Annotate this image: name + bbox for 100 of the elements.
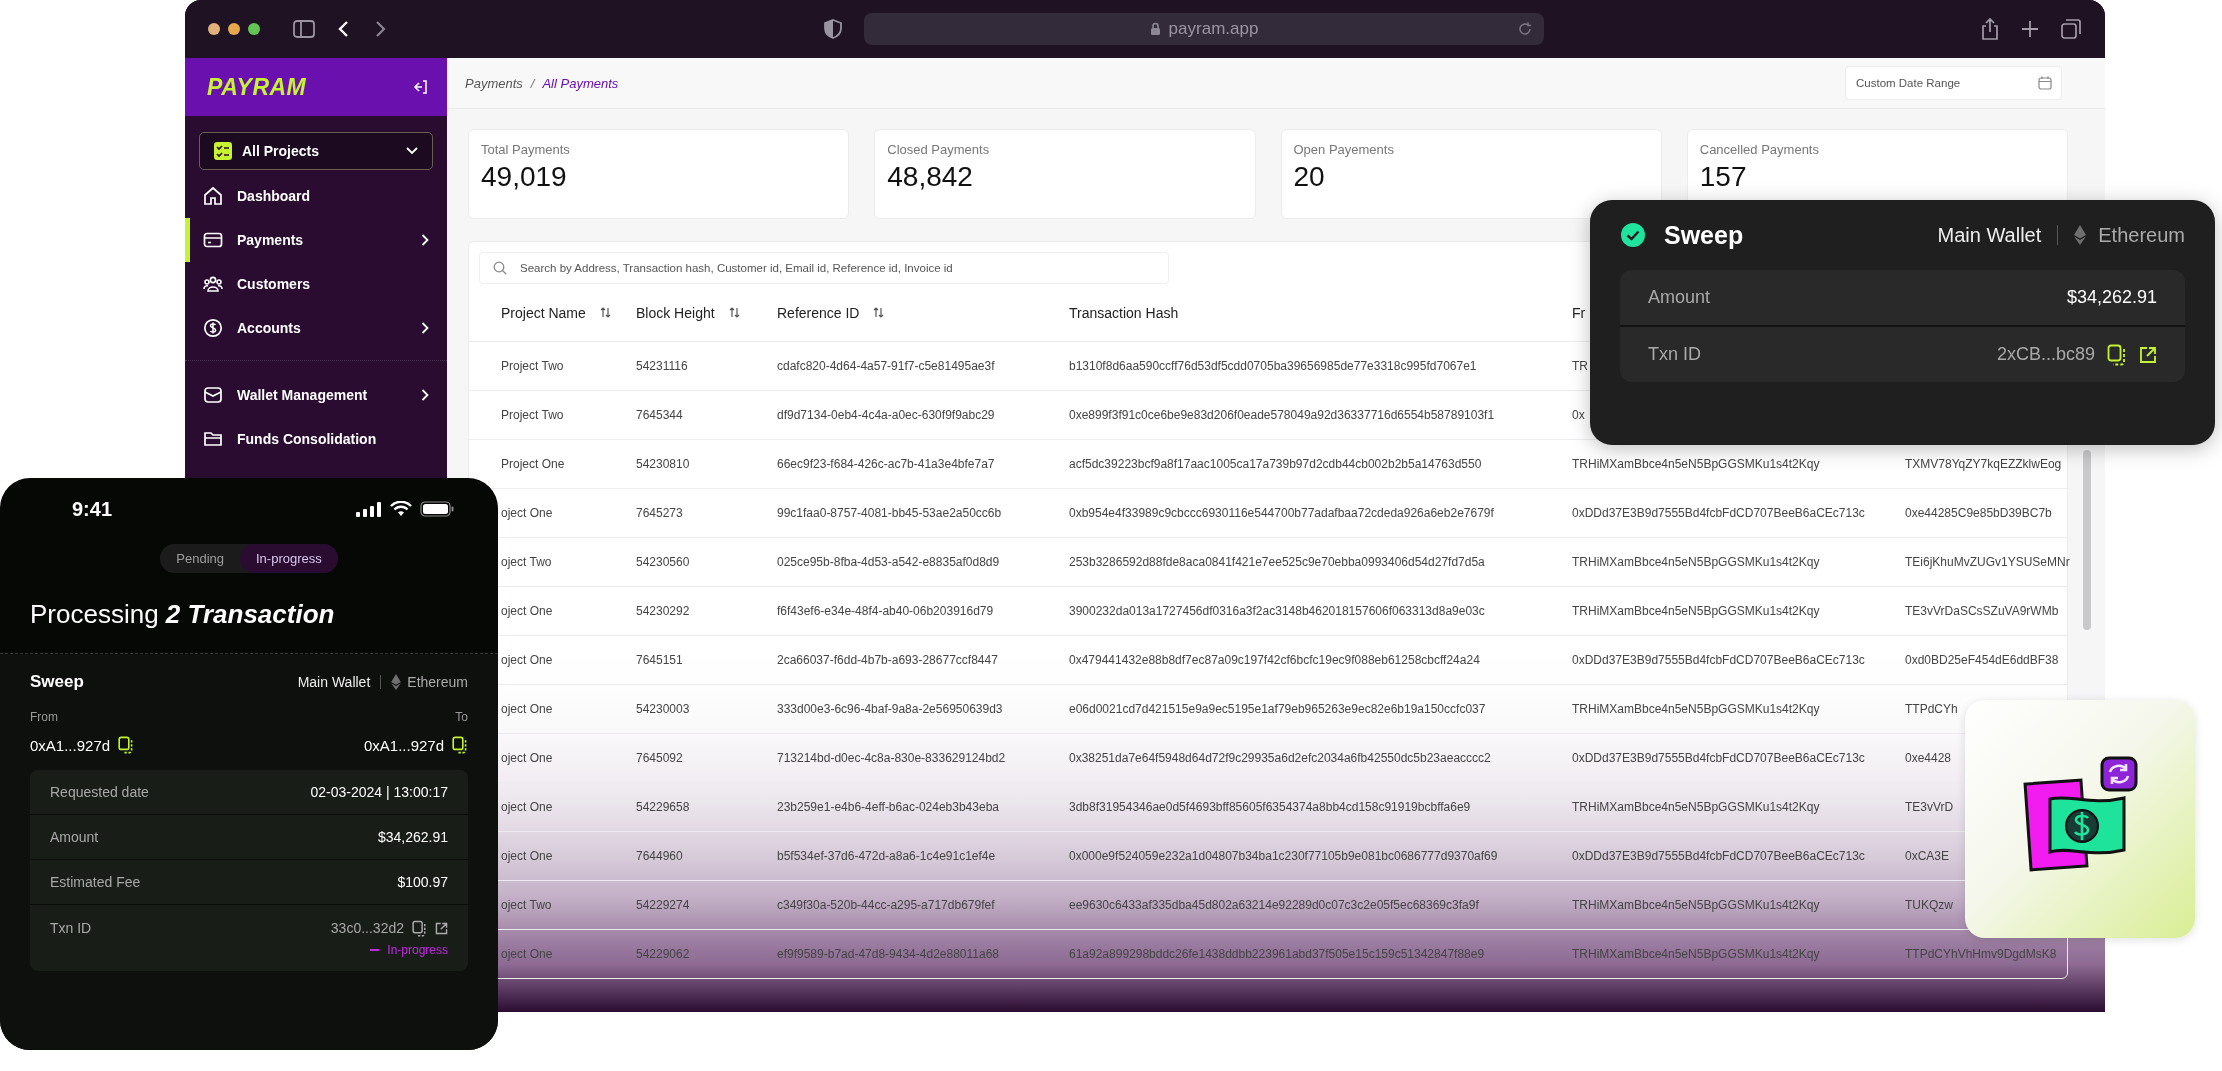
battery-icon: [420, 501, 454, 517]
table-cell: 54230560: [636, 555, 690, 569]
table-cell: TRHiMXamBbce4n5eN5BpGGSMKu1s4t2Kqy: [1572, 947, 1820, 961]
breadcrumb-separator: /: [530, 75, 535, 91]
stat-value: 20: [1293, 161, 1326, 193]
table-cell: 3db8f31954346ae0d5f4693bff85605f6354374a8bb4cd158c91919bcbffa6e9: [1069, 800, 1471, 814]
table-cell: 54230003: [636, 702, 690, 716]
transfer-title: Sweep: [1664, 220, 1744, 250]
share-icon[interactable]: [1981, 18, 1999, 40]
table-cell: 0xe44285C9e85bD39BC7b: [1905, 506, 2052, 520]
network-name: Ethereum: [407, 674, 468, 690]
shield-icon[interactable]: [824, 19, 842, 39]
breadcrumb-link[interactable]: All Payments: [542, 75, 619, 91]
chevron-right-icon: [421, 234, 429, 246]
table-cell: 025ce95b-8fba-4d53-a542-e8835af0d8d9: [777, 555, 1000, 569]
signal-icon: [356, 501, 382, 517]
table-cell: 54231116: [636, 359, 688, 373]
table-cell: TUKQzw: [1905, 898, 1953, 912]
back-icon[interactable]: [337, 20, 351, 38]
table-cell: oject One: [501, 653, 553, 667]
project-selector[interactable]: All Projects: [199, 132, 433, 170]
status-tab[interactable]: In-progress: [240, 544, 338, 573]
table-cell: cdafc820-4d64-4a57-91f7-c5e81495ae3f: [777, 359, 995, 373]
collapse-icon[interactable]: [413, 80, 427, 94]
wallet-name: Main Wallet: [297, 674, 371, 690]
table-cell: TR: [1572, 359, 1588, 373]
logo[interactable]: PAYRAM: [207, 73, 307, 101]
column-header[interactable]: Block Height: [636, 304, 715, 321]
copy-icon[interactable]: [452, 736, 468, 754]
detail-value: 02-03-2024 | 13:00:17: [310, 784, 448, 800]
table-cell: b1310f8d6aa590ccff76d53df5cdd0705ba39656985de77e3318c995fd7067e1: [1069, 359, 1477, 373]
breadcrumb-link[interactable]: Payments: [465, 75, 523, 91]
column-header[interactable]: Project Name: [501, 304, 586, 321]
from-address: 0xA1...927d: [30, 736, 111, 754]
table-cell: oject One: [501, 947, 553, 961]
forward-icon[interactable]: [373, 20, 387, 38]
table-cell: TRHiMXamBbce4n5eN5BpGGSMKu1s4t2Kqy: [1572, 898, 1820, 912]
search-field[interactable]: Search by Address, Transaction hash, Customer id, Email id, Reference id, Invoice id: [479, 252, 1169, 284]
table-cell: TRHiMXamBbce4n5eN5BpGGSMKu1s4t2Kqy: [1572, 702, 1820, 716]
detail-value: $34,262.91: [377, 829, 448, 845]
table-cell: f6f43ef6-e34e-48f4-ab40-06b203916d79: [777, 604, 994, 618]
column-header[interactable]: Fr: [1572, 304, 1586, 321]
status-tab[interactable]: Pending: [160, 544, 240, 573]
search-icon: [493, 261, 507, 275]
table-cell: 54229062: [636, 947, 690, 961]
table-cell: 7644960: [636, 849, 683, 863]
to-address: 0xA1...927d: [363, 736, 444, 754]
scrollbar[interactable]: [2083, 450, 2091, 630]
table-cell: 66ec9f23-f684-426c-ac7b-41a3e4bfe7a7: [777, 457, 995, 471]
table-cell: oject One: [501, 751, 553, 765]
address-bar[interactable]: payram.app: [864, 13, 1544, 45]
new-tab-icon[interactable]: [2021, 20, 2039, 38]
table-cell: e06d0021cd7d421515e9a9ec5195e1af79eb965263e9ec82e6b19a150ccfc037: [1069, 702, 1486, 716]
sidebar-item[interactable]: Accounts: [185, 306, 447, 350]
tabs-icon[interactable]: [2061, 19, 2081, 39]
dollar-icon: [203, 318, 223, 338]
column-header[interactable]: Transaction Hash: [1069, 304, 1179, 321]
status-label: In-progress: [387, 942, 448, 957]
copy-icon[interactable]: [118, 736, 135, 754]
table-cell: c349f30a-520b-44cc-a295-a717db679fef: [777, 898, 995, 912]
checklist-icon: [214, 142, 232, 160]
transfer-title: Sweep: [30, 672, 84, 692]
reload-icon[interactable]: [1518, 22, 1532, 36]
stat-value: 48,842: [887, 161, 974, 193]
people-icon: [203, 274, 223, 294]
copy-icon[interactable]: [412, 919, 427, 937]
wallet-icon: [203, 385, 223, 405]
column-header[interactable]: Reference ID: [777, 304, 860, 321]
table-cell: 0xb954e4f33989c9cbccc6930116e544700b77adafbaa72cdeda926a6eb2e7679f: [1069, 506, 1494, 520]
table-cell: 54230292: [636, 604, 690, 618]
sidebar-item[interactable]: Dashboard: [185, 174, 447, 218]
table-cell: TRHiMXamBbce4n5eN5BpGGSMKu1s4t2Kqy: [1572, 800, 1820, 814]
table-cell: Project Two: [501, 359, 564, 373]
chevron-right-icon: [421, 322, 429, 334]
copy-icon[interactable]: [2107, 343, 2127, 366]
table-cell: 23b259e1-e4b6-4eff-b6ac-024eb3b43eba: [777, 800, 999, 814]
sort-icon[interactable]: [599, 307, 611, 318]
ethereum-icon: [2074, 225, 2087, 245]
table-cell: 0x000e9f524059e232a1d04807b34ba1c230f77105b9e081bc0686777d9370af69: [1069, 849, 1498, 863]
table-cell: 0xd0BD25eF454dE6ddBF38: [1905, 653, 2059, 667]
sidebar-item[interactable]: Funds Consolidation: [185, 417, 447, 461]
detail-value: 2xCB...bc89: [1996, 344, 2095, 365]
check-circle-icon: [1620, 222, 1646, 248]
sidebar-item[interactable]: Customers: [185, 262, 447, 306]
table-cell: oject One: [501, 849, 553, 863]
sidebar-toggle-icon[interactable]: [293, 20, 315, 38]
table-cell: 0xe4428: [1905, 751, 1952, 765]
ethereum-icon: [391, 674, 402, 690]
sort-icon[interactable]: [728, 307, 740, 318]
sort-icon[interactable]: [873, 307, 885, 318]
table-cell: TE3vVrDaSCsSZuVA9rWMb: [1905, 604, 2059, 618]
detail-label: Txn ID: [50, 920, 92, 936]
sidebar-item[interactable]: Wallet Management: [185, 373, 447, 417]
date-range-field[interactable]: Custom Date Range: [1845, 66, 2062, 100]
chevron-right-icon: [421, 389, 429, 401]
table-cell: Project Two: [501, 408, 564, 422]
external-link-icon[interactable]: [435, 921, 448, 935]
stat-label: Cancelled Payments: [1699, 142, 1820, 157]
table-cell: b5f534ef-37d6-472d-a8a6-1c4e91c1ef4e: [777, 849, 996, 863]
screen-title: Processing 2 Transaction: [29, 599, 336, 631]
